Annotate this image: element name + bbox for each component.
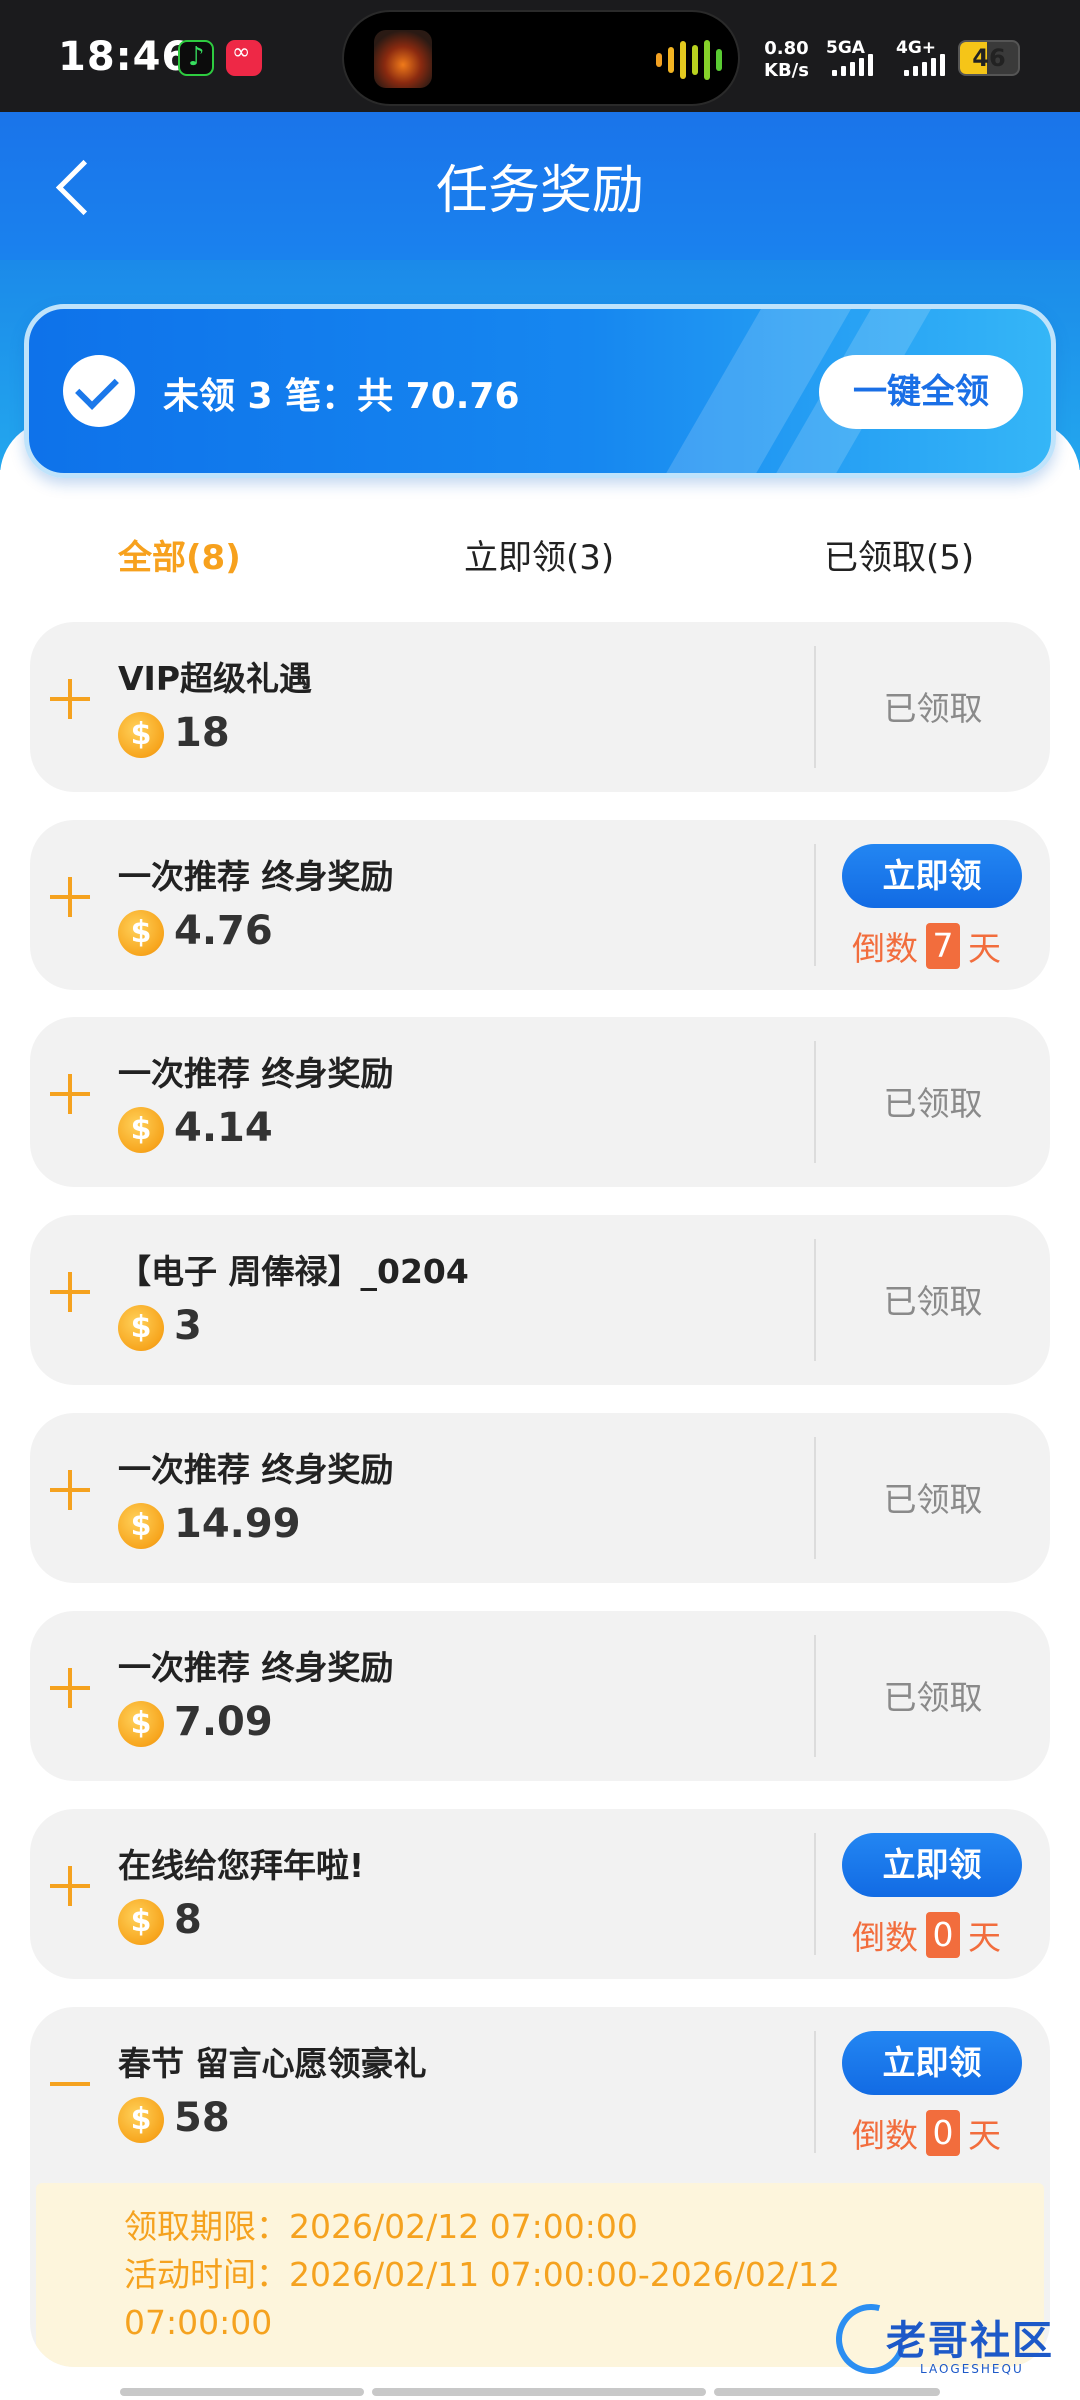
network-speed-value: 0.80	[764, 38, 809, 59]
reward-amount: 14.99	[174, 1501, 301, 1547]
unclaimed-summary-text: 未领 3 笔：共 70.76	[163, 376, 520, 417]
battery-level: 46	[972, 44, 1006, 72]
watermark-subtext: LAOGESHEQU	[920, 2362, 1024, 2376]
countdown-prefix: 倒数	[852, 2116, 918, 2155]
reward-name: 【电子 周俸禄】_0204	[118, 1252, 469, 1291]
countdown-prefix: 倒数	[852, 1918, 918, 1957]
status-bar: 18:46 0.80 KB/s 5GA 4G+ 46	[0, 0, 1080, 112]
reward-item[interactable]: 一次推荐 终身奖励 $ 4.76 立即领 倒数 7 天	[30, 820, 1050, 990]
expand-plus-icon[interactable]	[50, 1072, 96, 1118]
reward-name: 在线给您拜年啦!	[118, 1846, 365, 1885]
video-app-icon	[226, 40, 262, 76]
divider	[814, 844, 816, 966]
reward-amount: 4.14	[174, 1105, 273, 1151]
watermark-logo: 老哥社区 LAOGESHEQU	[823, 2291, 1066, 2390]
coin-icon: $	[118, 1503, 164, 1549]
signal-icon	[904, 54, 945, 76]
unclaimed-summary-card: 未领 3 笔：共 70.76 一键全领	[24, 304, 1056, 478]
reward-item[interactable]: 在线给您拜年啦! $ 8 立即领 倒数 0 天	[30, 1809, 1050, 1979]
countdown: 倒数 7 天	[852, 922, 1001, 970]
activity-time: 活动时间：2026/02/11 07:00:00-2026/02/12	[124, 2255, 841, 2294]
reward-item[interactable]: 一次推荐 终身奖励 $ 4.14 已领取	[30, 1017, 1050, 1187]
countdown-days: 7	[926, 923, 960, 969]
page-title: 任务奖励	[435, 161, 644, 221]
reward-name: 一次推荐 终身奖励	[118, 1648, 394, 1687]
network-speed-unit: KB/s	[764, 60, 809, 81]
expand-plus-icon[interactable]	[50, 1270, 96, 1316]
coin-icon: $	[118, 1107, 164, 1153]
check-circle-icon	[63, 355, 135, 427]
reward-item[interactable]: 【电子 周俸禄】_0204 $ 3 已领取	[30, 1215, 1050, 1385]
coin-icon: $	[118, 712, 164, 758]
countdown-days: 0	[926, 2110, 960, 2156]
divider	[814, 1833, 816, 1955]
coin-icon: $	[118, 1899, 164, 1945]
dynamic-island[interactable]	[342, 10, 740, 106]
claimed-status: 已领取	[883, 1678, 983, 1717]
expand-plus-icon[interactable]	[50, 875, 96, 921]
coin-icon: $	[118, 1305, 164, 1351]
reward-name: 一次推荐 终身奖励	[118, 1450, 394, 1489]
reward-item[interactable]: VIP超级礼遇 $ 18 已领取	[30, 622, 1050, 792]
collapse-minus-icon[interactable]	[50, 2062, 96, 2108]
claim-now-button[interactable]: 立即领	[842, 844, 1022, 908]
reward-name: VIP超级礼遇	[118, 659, 313, 698]
claimed-status: 已领取	[883, 1084, 983, 1123]
claimed-status: 已领取	[883, 689, 983, 728]
music-app-icon	[178, 40, 214, 76]
countdown: 倒数 0 天	[852, 2109, 1001, 2157]
tab-claim-now[interactable]: 立即领(3)	[464, 530, 614, 579]
claimed-status: 已领取	[883, 1282, 983, 1321]
countdown: 倒数 0 天	[852, 1911, 1001, 1959]
divider	[814, 2031, 816, 2153]
reward-amount: 18	[174, 710, 230, 756]
app-header: 任务奖励	[0, 112, 1080, 260]
network-speed: 0.80 KB/s	[764, 38, 809, 82]
reward-amount: 4.76	[174, 908, 273, 954]
coin-icon: $	[118, 2097, 164, 2143]
countdown-suffix: 天	[968, 2116, 1001, 2155]
reward-name: 一次推荐 终身奖励	[118, 857, 394, 896]
coin-icon: $	[118, 1701, 164, 1747]
watermark-text: 老哥社区	[886, 2318, 1054, 2364]
reward-name: 春节 留言心愿领豪礼	[118, 2044, 427, 2083]
reward-item[interactable]: 一次推荐 终身奖励 $ 14.99 已领取	[30, 1413, 1050, 1583]
expand-plus-icon[interactable]	[50, 1666, 96, 1712]
scroll-indicator	[120, 2388, 940, 2396]
coin-icon: $	[118, 910, 164, 956]
claim-deadline: 领取期限：2026/02/12 07:00:00	[124, 2207, 638, 2246]
reward-amount: 58	[174, 2095, 230, 2141]
signal-icon	[832, 54, 873, 76]
reward-item[interactable]: 一次推荐 终身奖励 $ 7.09 已领取	[30, 1611, 1050, 1781]
reward-amount: 3	[174, 1303, 202, 1349]
now-playing-thumbnail	[374, 30, 432, 88]
expand-plus-icon[interactable]	[50, 677, 96, 723]
claim-now-button[interactable]: 立即领	[842, 2031, 1022, 2095]
countdown-prefix: 倒数	[852, 929, 918, 968]
countdown-suffix: 天	[968, 1918, 1001, 1957]
tab-claimed[interactable]: 已领取(5)	[824, 530, 974, 579]
tab-all[interactable]: 全部(8)	[118, 530, 241, 579]
reward-amount: 7.09	[174, 1699, 273, 1745]
expand-plus-icon[interactable]	[50, 1468, 96, 1514]
claim-now-button[interactable]: 立即领	[842, 1833, 1022, 1897]
countdown-suffix: 天	[968, 929, 1001, 968]
battery-icon: 46	[958, 40, 1020, 76]
audio-wave-icon	[656, 40, 722, 80]
status-time: 18:46	[58, 34, 191, 80]
reward-amount: 8	[174, 1897, 202, 1943]
countdown-days: 0	[926, 1912, 960, 1958]
expand-plus-icon[interactable]	[50, 1864, 96, 1910]
claimed-status: 已领取	[883, 1480, 983, 1519]
reward-name: 一次推荐 终身奖励	[118, 1054, 394, 1093]
claim-all-button[interactable]: 一键全领	[819, 355, 1023, 429]
